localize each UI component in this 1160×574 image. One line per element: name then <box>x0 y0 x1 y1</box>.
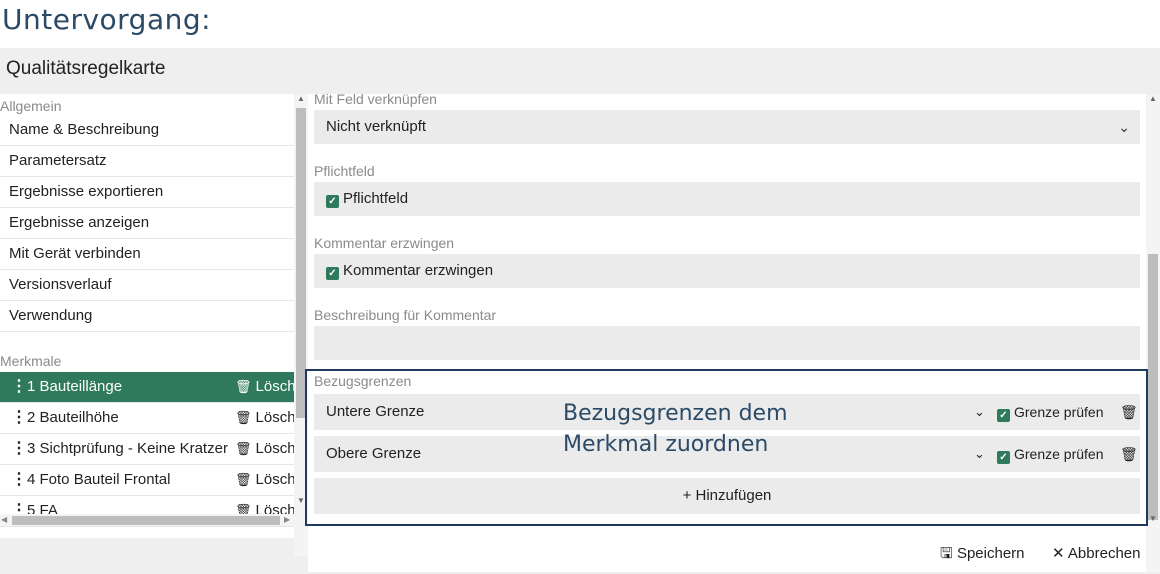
link-field-value: Nicht verknüpft <box>326 118 427 135</box>
delete-feature-button[interactable]: 🗑 Lösch <box>235 403 294 433</box>
drag-handle-icon[interactable]: ⋮ <box>11 465 27 495</box>
feature-label: 4 Foto Bauteil Frontal <box>27 471 171 488</box>
scroll-up-arrow-icon[interactable]: ▲ <box>296 94 306 104</box>
sidebar-horizontal-scroll-thumb[interactable] <box>12 516 280 525</box>
callout-line-1: Bezugsgrenzen dem <box>563 401 788 426</box>
sidebar-item-label: Ergebnisse exportieren <box>9 183 164 200</box>
link-field-select[interactable]: Nicht verknüpft ⌄ <box>314 110 1140 144</box>
sidebar-item-label: Name & Beschreibung <box>9 121 160 138</box>
sidebar: Allgemein Name & Beschreibung Parameters… <box>0 94 298 538</box>
drag-handle-icon[interactable]: ⋮ <box>11 372 27 402</box>
sidebar-item-show-results[interactable]: Ergebnisse anzeigen <box>0 208 294 239</box>
sidebar-item-label: Parametersatz <box>9 152 107 169</box>
scroll-left-arrow-icon[interactable]: ◀ <box>1 514 7 526</box>
required-checkbox-row[interactable]: ✓ Pflichtfeld <box>314 182 1140 216</box>
sidebar-item-usage[interactable]: Verwendung <box>0 301 294 332</box>
callout-annotation: Bezugsgrenzen dem Merkmal zuordnen <box>563 398 788 460</box>
sidebar-item-parameter-set[interactable]: Parametersatz <box>0 146 294 177</box>
feature-label: 1 Bauteillänge <box>27 378 123 395</box>
sidebar-item-label: Verwendung <box>9 307 93 324</box>
feature-item-2[interactable]: ⋮ 2 Bauteilhöhe 🗑 Lösch <box>0 403 294 434</box>
drag-handle-icon[interactable]: ⋮ <box>11 403 27 433</box>
save-icon: 🖫 <box>940 545 953 562</box>
section-label-features: Merkmale <box>0 353 62 369</box>
comment-description-label: Beschreibung für Kommentar <box>314 307 497 323</box>
required-label: Pflichtfeld <box>314 163 375 179</box>
sidebar-item-label: Ergebnisse anzeigen <box>9 214 150 231</box>
force-comment-checkbox-label: Kommentar erzwingen <box>343 262 494 279</box>
sidebar-item-name-description[interactable]: Name & Beschreibung <box>0 115 294 146</box>
checkbox-checked-icon[interactable]: ✓ <box>326 195 339 208</box>
feature-item-1[interactable]: ⋮ 1 Bauteillänge 🗑 Lösch <box>0 372 294 403</box>
section-label-general: Allgemein <box>0 98 62 114</box>
sidebar-item-export-results[interactable]: Ergebnisse exportieren <box>0 177 294 208</box>
feature-item-3[interactable]: ⋮ 3 Sichtprüfung - Keine Kratzer 🗑 Lösch <box>0 434 294 465</box>
close-icon: ✕ <box>1052 545 1065 562</box>
force-comment-checkbox-row[interactable]: ✓ Kommentar erzwingen <box>314 254 1140 288</box>
callout-line-2: Merkmal zuordnen <box>563 432 769 457</box>
scroll-down-arrow-icon[interactable]: ▼ <box>1148 514 1158 523</box>
settings-vertical-scroll-thumb[interactable] <box>1148 254 1158 520</box>
delete-feature-button[interactable]: 🗑 Lösch <box>235 372 294 402</box>
sidebar-item-connect-device[interactable]: Mit Gerät verbinden <box>0 239 294 270</box>
trash-icon: 🗑 <box>235 472 252 487</box>
page-heading: Untervorgang: <box>2 3 212 36</box>
trash-icon: 🗑 <box>235 441 252 456</box>
cancel-button[interactable]: ✕ Abbrechen <box>1052 544 1140 564</box>
trash-icon: 🗑 <box>235 410 252 425</box>
scroll-up-arrow-icon[interactable]: ▲ <box>1148 94 1158 103</box>
save-label: Speichern <box>956 545 1025 562</box>
trash-icon: 🗑 <box>235 379 252 394</box>
drag-handle-icon[interactable]: ⋮ <box>11 434 27 464</box>
force-comment-label: Kommentar erzwingen <box>314 235 455 251</box>
sidebar-item-label: Mit Gerät verbinden <box>9 245 141 262</box>
cancel-label: Abbrechen <box>1067 545 1141 562</box>
delete-label: Lösch <box>255 440 294 457</box>
link-field-label: Mit Feld verknüpfen <box>314 94 437 107</box>
feature-label: 2 Bauteilhöhe <box>27 409 119 426</box>
feature-item-4[interactable]: ⋮ 4 Foto Bauteil Frontal 🗑 Lösch <box>0 465 294 496</box>
scroll-right-arrow-icon[interactable]: ▶ <box>284 514 290 526</box>
feature-label: 3 Sichtprüfung - Keine Kratzer <box>27 440 228 457</box>
delete-feature-button[interactable]: 🗑 Lösch <box>235 465 294 495</box>
required-checkbox-label: Pflichtfeld <box>343 190 409 207</box>
delete-feature-button[interactable]: 🗑 Lösch <box>235 434 294 464</box>
sidebar-item-label: Versionsverlauf <box>9 276 112 293</box>
chevron-down-icon: ⌄ <box>1118 119 1130 135</box>
comment-description-input[interactable] <box>314 326 1140 360</box>
delete-label: Lösch <box>255 378 294 395</box>
save-button[interactable]: 🖫 Speichern <box>940 544 1025 564</box>
delete-label: Lösch <box>255 409 294 426</box>
checkbox-checked-icon[interactable]: ✓ <box>326 267 339 280</box>
delete-label: Lösch <box>255 471 294 488</box>
sidebar-item-version-history[interactable]: Versionsverlauf <box>0 270 294 301</box>
dialog-title: Qualitätsregelkarte <box>6 58 166 79</box>
